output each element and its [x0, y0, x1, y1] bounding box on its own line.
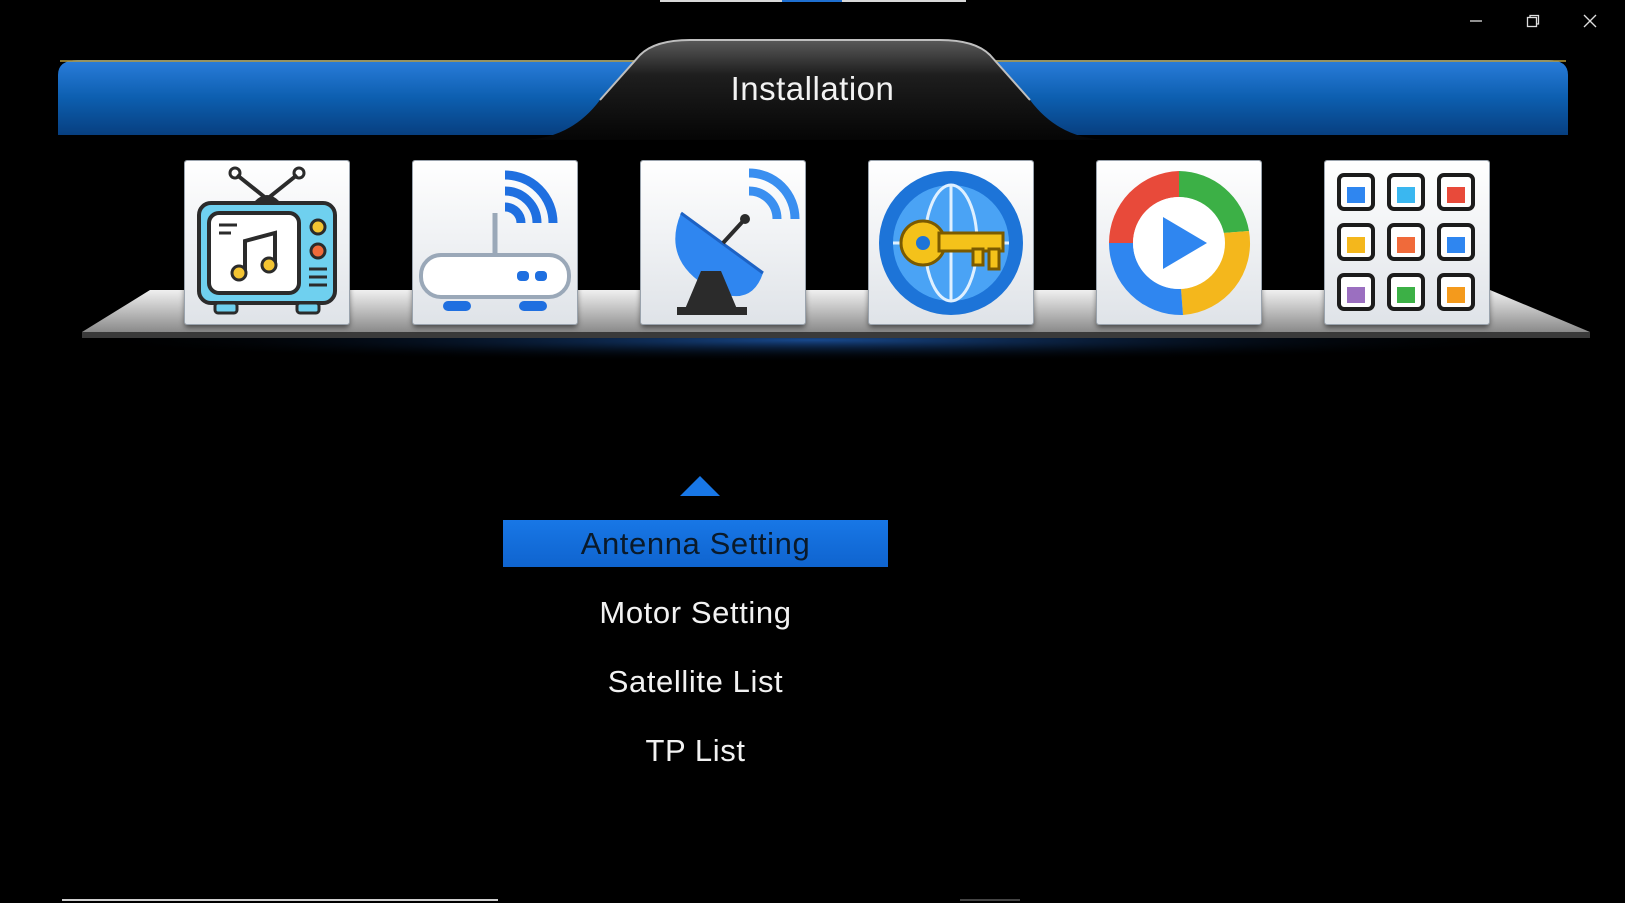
tile-media-tv[interactable] — [185, 161, 349, 324]
media-player-icon — [1109, 171, 1251, 316]
header-banner: Installation — [0, 0, 1625, 150]
wifi-router-icon — [419, 170, 571, 311]
tile-satellite-dish[interactable] — [641, 161, 805, 324]
satellite-dish-icon — [675, 168, 800, 315]
scroll-up-arrow-icon[interactable] — [678, 474, 722, 498]
globe-key-icon — [879, 171, 1023, 315]
menu-item-satellite-list[interactable]: Satellite List — [503, 658, 888, 727]
installation-menu: Antenna Setting Motor Setting Satellite … — [503, 520, 888, 796]
tile-media-player[interactable] — [1097, 161, 1261, 324]
tile-wifi-router[interactable] — [413, 161, 577, 324]
tile-apps-grid[interactable] — [1325, 161, 1489, 324]
menu-item-motor-setting[interactable]: Motor Setting — [503, 589, 888, 658]
bottom-progress-line — [62, 899, 498, 901]
media-tv-icon — [197, 166, 337, 315]
menu-item-antenna-setting[interactable]: Antenna Setting — [503, 520, 888, 589]
apps-grid-icon — [1337, 173, 1475, 311]
tile-globe-key[interactable] — [869, 161, 1033, 324]
page-title: Installation — [730, 70, 895, 107]
menu-item-tp-list[interactable]: TP List — [503, 727, 888, 796]
bottom-marker-line — [960, 899, 1020, 901]
